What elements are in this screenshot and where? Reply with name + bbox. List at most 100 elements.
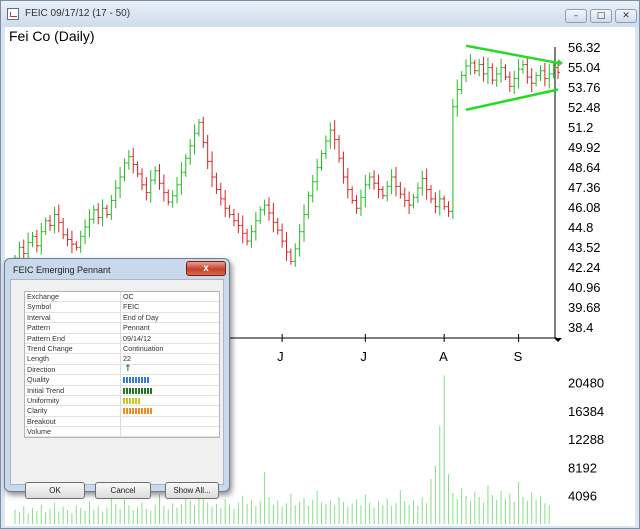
price-tick-label: 48.64 bbox=[568, 160, 601, 175]
meter-segment bbox=[135, 387, 137, 394]
quality-meter bbox=[123, 377, 150, 384]
meter-segment bbox=[138, 397, 140, 404]
meter-segment bbox=[138, 377, 140, 384]
title-bar[interactable]: FEIC 09/17/12 (17 - 50) – □ ✕ bbox=[1, 1, 639, 27]
column-divider bbox=[120, 333, 121, 343]
property-row: Direction ↑ bbox=[25, 363, 219, 376]
meter-segment bbox=[126, 397, 128, 404]
property-row: Breakout bbox=[25, 416, 219, 428]
property-label: Length bbox=[27, 354, 49, 364]
property-label: Trend Change bbox=[27, 343, 73, 353]
property-row: Uniformity bbox=[25, 395, 219, 407]
meter-segment bbox=[132, 377, 134, 384]
meter-segment bbox=[144, 408, 146, 415]
volume-tick-label: 12288 bbox=[568, 432, 604, 447]
pennant-marker-icon bbox=[558, 58, 563, 67]
volume-tick-label: 4096 bbox=[568, 489, 597, 504]
meter-segment bbox=[144, 387, 146, 394]
column-divider bbox=[120, 354, 121, 364]
price-tick-label: 40.96 bbox=[568, 280, 601, 295]
property-label: Interval bbox=[27, 312, 51, 322]
property-label: Uniformity bbox=[27, 395, 60, 405]
pennant-lower-trendline bbox=[465, 88, 559, 112]
meter-segment bbox=[123, 397, 125, 404]
volume-tick-label: 16384 bbox=[568, 404, 604, 419]
property-value: Pennant bbox=[123, 323, 150, 333]
property-row: Symbol FEIC bbox=[25, 302, 219, 313]
property-label: Breakout bbox=[27, 416, 56, 426]
property-label: Exchange bbox=[27, 292, 59, 301]
property-label: Initial Trend bbox=[27, 385, 65, 395]
property-label: Quality bbox=[27, 375, 50, 385]
property-value: FEIC bbox=[123, 302, 140, 312]
column-divider bbox=[120, 385, 121, 395]
direction-up-arrow-icon: ↑ bbox=[124, 363, 132, 374]
column-divider bbox=[120, 416, 121, 427]
property-label: Symbol bbox=[27, 302, 51, 312]
column-divider bbox=[120, 406, 121, 416]
meter-segment bbox=[135, 397, 137, 404]
column-divider bbox=[120, 343, 121, 354]
property-label: Volume bbox=[27, 427, 51, 437]
volume-tick-label: 8192 bbox=[568, 460, 597, 475]
meter-segment bbox=[138, 387, 140, 394]
uniformity-meter bbox=[123, 397, 141, 404]
price-tick-label: 47.36 bbox=[568, 180, 601, 195]
minimize-button[interactable]: – bbox=[565, 9, 587, 23]
property-row: Interval End of Day bbox=[25, 312, 219, 324]
price-tick-label: 38.4 bbox=[568, 320, 593, 335]
property-row: Length 22 bbox=[25, 354, 219, 365]
meter-segment bbox=[135, 408, 137, 415]
meter-segment bbox=[150, 387, 152, 394]
property-row: Clarity bbox=[25, 406, 219, 417]
column-divider bbox=[120, 395, 121, 406]
price-tick-label: 51.2 bbox=[568, 120, 593, 135]
maximize-button[interactable]: □ bbox=[590, 9, 612, 23]
property-value: 09/14/12 bbox=[123, 333, 151, 343]
price-tick-label: 42.24 bbox=[568, 260, 601, 275]
property-row: Pattern End 09/14/12 bbox=[25, 333, 219, 344]
clarity-meter bbox=[123, 408, 153, 415]
month-tick-label: A bbox=[439, 349, 448, 364]
volume-tick-label: 20480 bbox=[568, 376, 604, 391]
meter-segment bbox=[123, 408, 125, 415]
property-value: End of Day bbox=[123, 312, 159, 322]
price-tick-label: 46.08 bbox=[568, 200, 601, 215]
initial-trend-meter bbox=[123, 387, 153, 394]
meter-segment bbox=[129, 408, 131, 415]
meter-segment bbox=[141, 377, 143, 384]
price-tick-label: 39.68 bbox=[568, 300, 601, 315]
meter-segment bbox=[126, 377, 128, 384]
close-button[interactable]: ✕ bbox=[615, 9, 637, 23]
property-label: Pattern End bbox=[27, 333, 65, 343]
meter-segment bbox=[150, 408, 152, 415]
meter-segment bbox=[129, 387, 131, 394]
dialog-title: FEIC Emerging Pennant bbox=[13, 265, 111, 275]
property-label: Clarity bbox=[27, 406, 48, 416]
price-tick-label: 56.32 bbox=[568, 40, 601, 55]
price-tick-label: 52.48 bbox=[568, 100, 601, 115]
property-row: Initial Trend bbox=[25, 385, 219, 396]
meter-segment bbox=[132, 397, 134, 404]
dialog-close-button[interactable]: x bbox=[186, 261, 226, 276]
column-divider bbox=[120, 302, 121, 312]
price-tick-label: 55.04 bbox=[568, 60, 601, 75]
meter-segment bbox=[123, 387, 125, 394]
property-label: Pattern bbox=[27, 323, 51, 333]
ok-button[interactable]: OK bbox=[25, 482, 85, 499]
property-row: Quality bbox=[25, 375, 219, 386]
window-title: FEIC 09/17/12 (17 - 50) bbox=[25, 8, 131, 19]
meter-segment bbox=[129, 377, 131, 384]
property-row: Volume bbox=[25, 427, 219, 438]
meter-segment bbox=[123, 377, 125, 384]
column-divider bbox=[120, 375, 121, 385]
show-all-button[interactable]: Show All... bbox=[165, 482, 219, 499]
column-divider bbox=[120, 427, 121, 437]
property-row: Pattern Pennant bbox=[25, 323, 219, 334]
chart-app-icon bbox=[7, 8, 19, 20]
cancel-button[interactable]: Cancel bbox=[95, 482, 151, 499]
meter-segment bbox=[144, 377, 146, 384]
column-divider bbox=[120, 364, 121, 375]
pennant-upper-trendline bbox=[465, 44, 559, 65]
column-divider bbox=[120, 323, 121, 333]
